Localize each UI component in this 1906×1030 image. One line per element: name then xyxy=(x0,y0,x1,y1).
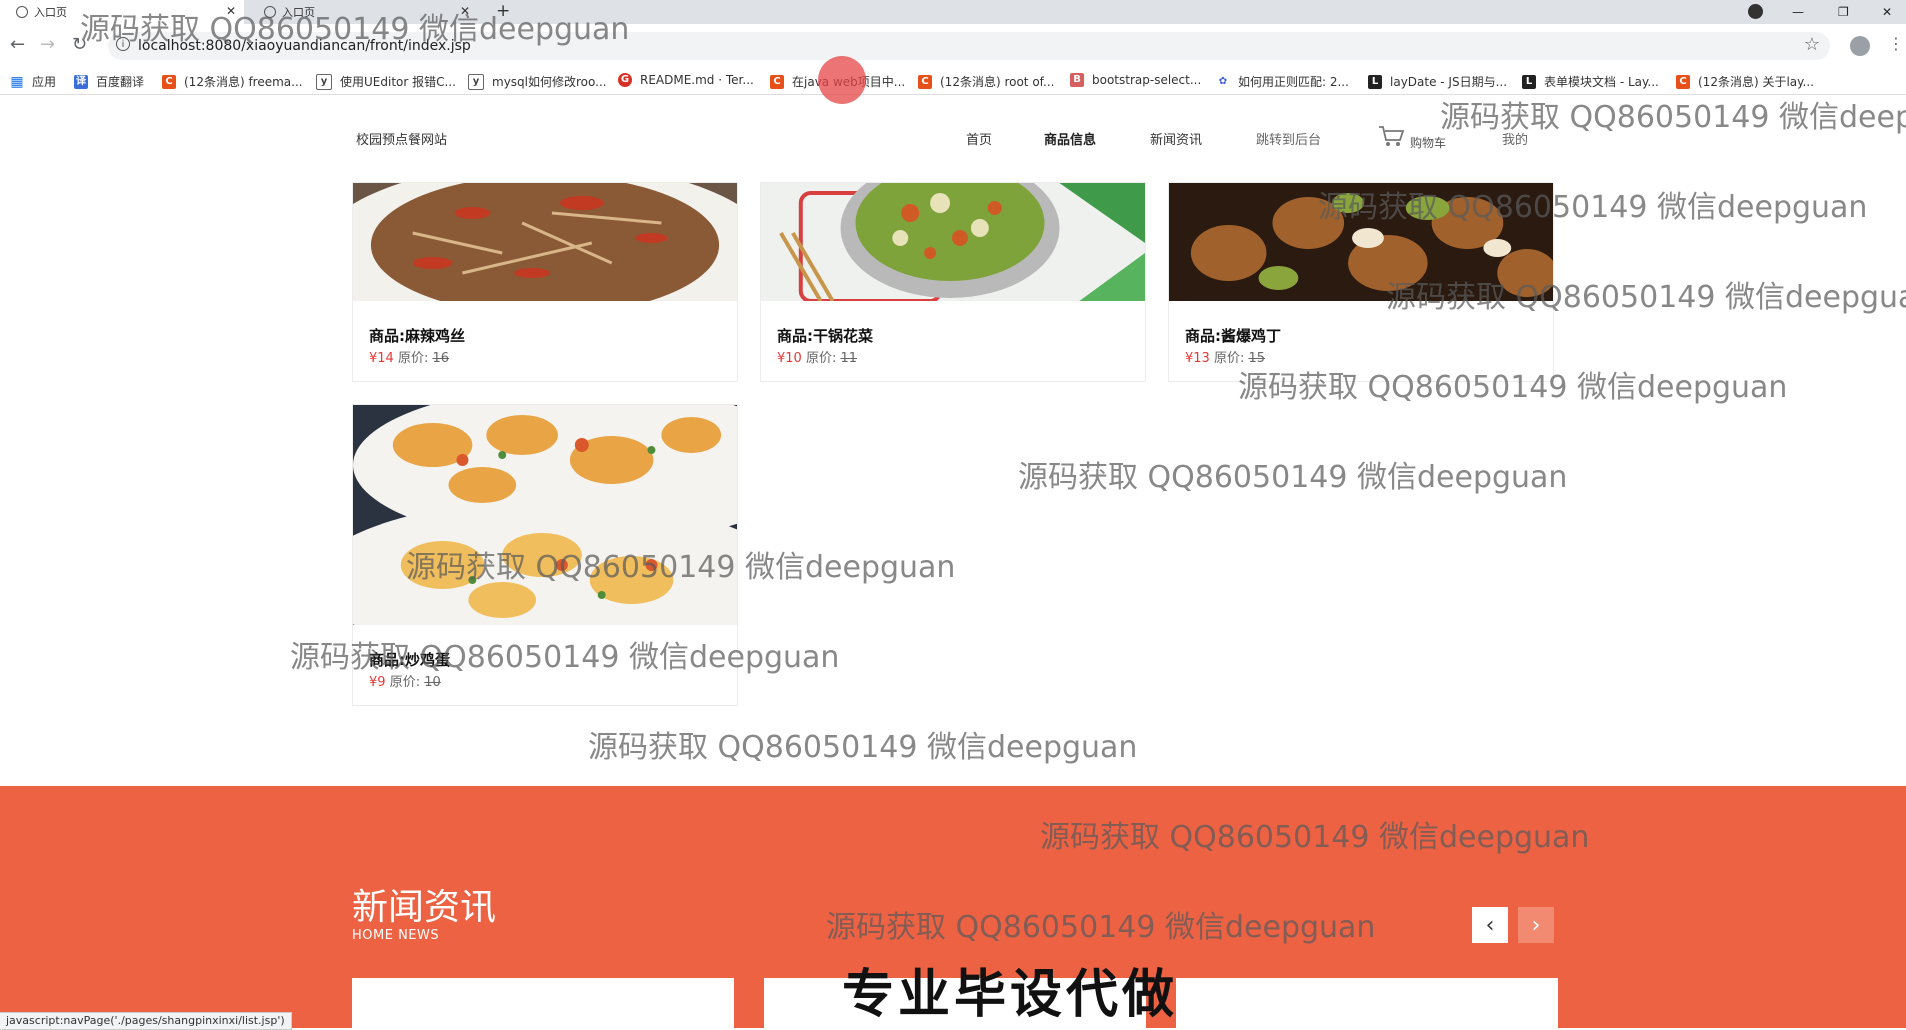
bookmarks-bar: ▦ 应用 译百度翻译 C (12条消息) freema... y 使用UEditor … xyxy=(0,68,1906,95)
product-image xyxy=(353,405,737,625)
baidu-translate-icon: 译 xyxy=(74,74,88,89)
csdn-icon: C xyxy=(770,74,784,89)
bookmark-item[interactable]: L 表单模块文档 - Lay... xyxy=(1522,73,1659,90)
cursor-highlight xyxy=(818,56,866,104)
original-price-label: 原价: xyxy=(805,351,837,366)
restore-icon[interactable]: ❐ xyxy=(1838,0,1849,24)
gitee-icon: G xyxy=(618,73,632,87)
product-price-row: ¥13 原价: 15 xyxy=(1185,347,1265,366)
news-section-title: 新闻资讯 xyxy=(352,887,497,928)
original-price: 16 xyxy=(432,351,450,366)
bookmark-apps[interactable]: ▦ 应用 xyxy=(10,73,56,90)
news-card[interactable] xyxy=(1176,978,1558,1028)
bookmark-item[interactable]: y mysql如何修改roo... xyxy=(468,73,607,90)
csdn-icon: C xyxy=(918,74,932,89)
original-price: 11 xyxy=(840,351,858,366)
nav-mine[interactable]: 我的 xyxy=(1502,129,1528,148)
bookmark-item[interactable]: G README.md · Ter... xyxy=(618,73,754,87)
product-price-row: ¥10 原价: 11 xyxy=(777,347,857,366)
close-tab-icon[interactable]: ✕ xyxy=(226,4,236,18)
shopping-cart-icon[interactable] xyxy=(1378,124,1406,148)
bookmark-item[interactable]: ✿ 如何用正则匹配: 2... xyxy=(1216,73,1349,90)
nav-cart[interactable]: 购物车 xyxy=(1410,134,1446,151)
browser-tab-active[interactable]: 入口页 ✕ xyxy=(0,0,244,24)
product-card[interactable]: 商品:麻辣鸡丝 ¥14 原价: 16 xyxy=(352,182,738,382)
bookmark-item[interactable]: LlayDate - JS日期与... xyxy=(1368,73,1507,90)
product-image xyxy=(1169,183,1553,301)
product-name[interactable]: 商品:麻辣鸡丝 xyxy=(369,325,465,346)
product-image xyxy=(353,183,737,301)
tab-title: 入口页 xyxy=(282,6,315,19)
minimize-icon[interactable]: — xyxy=(1792,0,1804,24)
nav-news[interactable]: 新闻资讯 xyxy=(1150,129,1202,148)
news-card[interactable] xyxy=(352,978,734,1028)
csdn-icon: C xyxy=(162,74,176,89)
original-price-label: 原价: xyxy=(389,675,421,690)
layui-icon: L xyxy=(1522,74,1536,89)
product-price: ¥13 xyxy=(1185,351,1210,366)
account-avatar-icon[interactable] xyxy=(1850,36,1870,56)
product-card[interactable]: 商品:酱爆鸡丁 ¥13 原价: 15 xyxy=(1168,182,1554,382)
window-close-icon[interactable]: ✕ xyxy=(1882,0,1892,24)
status-bar-link: javascript:navPage('./pages/shangpinxinx… xyxy=(0,1012,292,1030)
product-card[interactable]: 商品:干锅花菜 ¥10 原价: 11 xyxy=(760,182,1146,382)
product-price-row: ¥14 原价: 16 xyxy=(369,347,449,366)
forward-arrow-icon[interactable]: → xyxy=(40,34,55,55)
browser-menu-icon[interactable]: ⋮ xyxy=(1888,34,1904,53)
globe-icon xyxy=(16,6,28,18)
product-name[interactable]: 商品:酱爆鸡丁 xyxy=(1185,325,1281,346)
original-price-label: 原价: xyxy=(397,351,429,366)
original-price: 10 xyxy=(424,675,441,690)
bookmark-item[interactable]: 译百度翻译 xyxy=(74,73,144,90)
nav-home[interactable]: 首页 xyxy=(966,129,992,148)
watermark: 源码获取 QQ86050149 微信deepguan xyxy=(1018,460,1568,495)
bookmark-item[interactable]: Bbootstrap-select... xyxy=(1070,73,1201,87)
address-bar[interactable]: i localhost:8080/xiaoyuandiancan/front/i… xyxy=(108,32,1830,60)
leaf-icon: y xyxy=(316,73,332,90)
layui-icon: L xyxy=(1368,74,1382,89)
product-price-row: ¥9 原价: 10 xyxy=(369,671,441,690)
bookmark-star-icon[interactable]: ☆ xyxy=(1804,34,1820,55)
watermark: 源码获取 QQ86050149 微信deepguan xyxy=(588,730,1138,765)
nav-products[interactable]: 商品信息 xyxy=(1044,129,1096,148)
news-prev-button[interactable]: ‹ xyxy=(1472,907,1508,943)
bookmark-item[interactable]: C (12条消息) root of... xyxy=(918,73,1054,90)
news-section-subtitle: HOME NEWS xyxy=(352,928,440,943)
apps-grid-icon: ▦ xyxy=(10,73,24,90)
promo-banner-text: 专业毕设代做 xyxy=(842,965,1179,1025)
bookmark-item[interactable]: C (12条消息) 关于lay... xyxy=(1676,73,1814,90)
url-text[interactable]: localhost:8080/xiaoyuandiancan/front/ind… xyxy=(138,38,471,54)
browser-tab-strip: 入口页 ✕ 入口页 ✕ + — ❐ ✕ xyxy=(0,0,1906,24)
reload-icon[interactable]: ↻ xyxy=(72,34,87,55)
product-card[interactable]: 商品:炒鸡蛋 ¥9 原价: 10 xyxy=(352,404,738,706)
original-price: 15 xyxy=(1248,351,1266,366)
news-next-button[interactable]: › xyxy=(1518,907,1554,943)
browser-tab-inactive[interactable]: 入口页 ✕ xyxy=(248,0,478,24)
product-price: ¥10 xyxy=(777,351,802,366)
globe-icon xyxy=(264,6,276,18)
nav-admin[interactable]: 跳转到后台 xyxy=(1256,129,1321,148)
site-info-icon[interactable]: i xyxy=(116,37,130,51)
product-name[interactable]: 商品:炒鸡蛋 xyxy=(369,649,450,670)
product-image xyxy=(761,183,1145,301)
profile-indicator-icon[interactable] xyxy=(1748,4,1763,19)
product-price: ¥14 xyxy=(369,351,394,366)
product-name[interactable]: 商品:干锅花菜 xyxy=(777,325,873,346)
product-price: ¥9 xyxy=(369,675,386,690)
bookmark-item[interactable]: C (12条消息) freema... xyxy=(162,73,303,90)
original-price-label: 原价: xyxy=(1213,351,1245,366)
csdn-icon: C xyxy=(1676,74,1690,89)
bookmark-item[interactable]: y 使用UEditor 报错C... xyxy=(316,73,456,90)
bootstrap-icon: B xyxy=(1070,73,1084,87)
baidu-paw-icon: ✿ xyxy=(1218,75,1228,87)
leaf-icon: y xyxy=(468,73,484,90)
close-tab-icon[interactable]: ✕ xyxy=(460,4,470,18)
tab-title: 入口页 xyxy=(34,6,67,19)
back-arrow-icon[interactable]: ← xyxy=(10,34,25,55)
site-title[interactable]: 校园预点餐网站 xyxy=(356,129,447,148)
new-tab-button[interactable]: + xyxy=(496,1,510,21)
